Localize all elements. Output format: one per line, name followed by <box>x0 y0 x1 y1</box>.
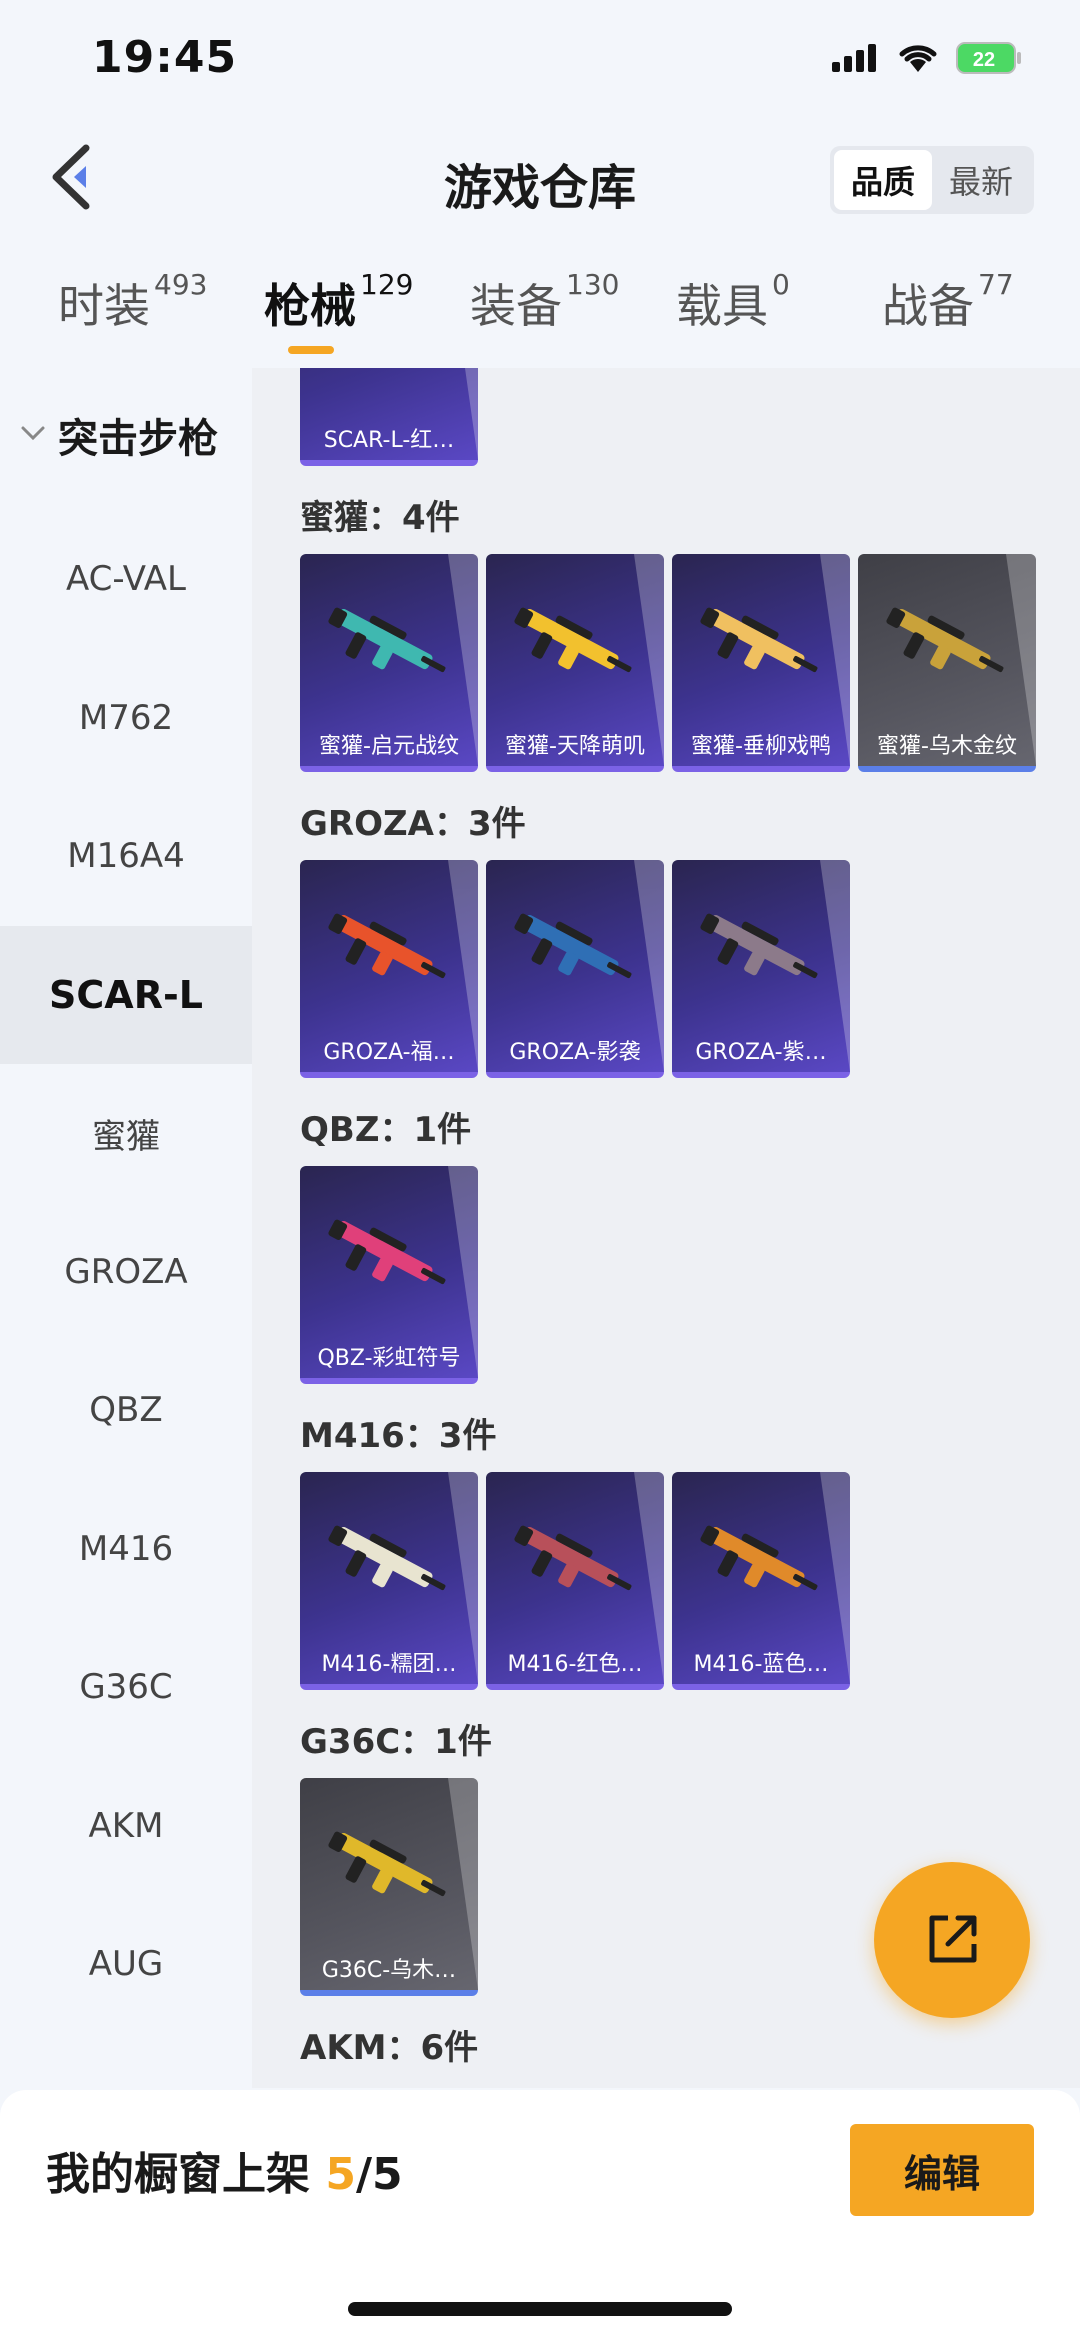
weapon-image <box>324 368 454 394</box>
weapon-skin-card[interactable]: 蜜獾-天降萌叽 <box>486 554 664 772</box>
tab-vehicles[interactable]: 载具 0 <box>676 268 790 336</box>
weapon-image <box>700 607 818 673</box>
section-title: 蜜獾：4件 <box>300 498 460 538</box>
home-indicator <box>348 2302 732 2316</box>
sort-toggle: 品质 最新 <box>830 146 1034 214</box>
weapon-skin-card[interactable]: GROZA-影袭 <box>486 860 664 1078</box>
weapon-skin-card[interactable]: M416-蓝色… <box>672 1472 850 1690</box>
weapon-skin-card[interactable]: GROZA-紫… <box>672 860 850 1078</box>
weapon-image <box>328 1831 446 1897</box>
weapon-image <box>700 913 818 979</box>
weapon-skin-name: G36C-乌木… <box>321 1958 457 1983</box>
cellular-signal-icon <box>832 44 876 72</box>
status-time: 19:45 <box>92 32 238 83</box>
weapon-skin-name: 蜜獾-乌木金纹 <box>877 734 1017 759</box>
weapon-image <box>886 607 1004 673</box>
tab-equipment[interactable]: 装备 130 <box>470 268 620 336</box>
weapon-skin-name: M416-红色… <box>507 1652 643 1677</box>
sidebar-item-akm[interactable]: AKM <box>0 1757 252 1895</box>
tab-supplies[interactable]: 战备 77 <box>882 268 1014 336</box>
active-tab-indicator <box>288 346 334 354</box>
edit-button[interactable]: 编辑 <box>850 2124 1034 2216</box>
weapon-skin-name: 蜜獾-启元战纹 <box>319 734 459 759</box>
weapon-skin-name: GROZA-福… <box>323 1040 455 1065</box>
sidebar-group-label: 突击步枪 <box>58 416 218 462</box>
sidebar-item-qbz[interactable]: QBZ <box>0 1341 252 1479</box>
tab-label: 战备 <box>882 279 974 333</box>
sidebar-item-aug[interactable]: AUG <box>0 1895 252 2033</box>
showcase-count: 5 <box>325 2149 356 2200</box>
weapon-image <box>328 1219 446 1285</box>
sidebar-item-famas[interactable]: FAMAS <box>0 2034 252 2089</box>
weapon-image <box>514 1525 632 1591</box>
showcase-total: /5 <box>355 2149 403 2200</box>
weapon-image <box>328 913 446 979</box>
chevron-down-icon <box>21 426 45 441</box>
tab-label: 载具 <box>676 279 768 333</box>
share-button[interactable] <box>874 1862 1030 2018</box>
weapon-skin-card[interactable]: G36C-乌木… <box>300 1778 478 1996</box>
battery-level: 22 <box>973 49 995 71</box>
sidebar-item-m416[interactable]: M416 <box>0 1480 252 1618</box>
sort-by-newest-button[interactable]: 最新 <box>932 150 1030 210</box>
weapon-skin-card[interactable]: 蜜獾-乌木金纹 <box>858 554 1036 772</box>
weapon-skin-name: 蜜獾-垂柳戏鸭 <box>691 734 831 759</box>
tab-count: 493 <box>154 268 208 301</box>
weapon-image <box>514 913 632 979</box>
weapon-skin-card[interactable]: M416-糯团… <box>300 1472 478 1690</box>
tab-count: 130 <box>566 268 620 301</box>
sort-by-quality-button[interactable]: 品质 <box>834 150 932 210</box>
tab-label: 时装 <box>58 279 150 333</box>
section-title: QBZ：1件 <box>300 1110 472 1150</box>
section-title: AKM：6件 <box>300 2028 479 2068</box>
sidebar-item-ac-val[interactable]: AC-VAL <box>0 510 252 648</box>
tab-fashion[interactable]: 时装 493 <box>58 268 208 336</box>
weapon-skin-name: SCAR-L-红… <box>323 428 455 453</box>
weapon-skin-name: M416-糯团… <box>321 1652 457 1677</box>
section-title: G36C：1件 <box>300 1722 492 1762</box>
category-tabs: 时装 493 枪械 129 装备 130 载具 0 战备 77 <box>0 268 1080 366</box>
weapon-skin-name: GROZA-紫… <box>695 1040 827 1065</box>
battery-icon: 22 <box>956 42 1021 74</box>
weapon-skin-card[interactable]: 蜜獾-垂柳戏鸭 <box>672 554 850 772</box>
sidebar-item-groza[interactable]: GROZA <box>0 1203 252 1341</box>
section-title: GROZA：3件 <box>300 804 526 844</box>
weapon-skin-card[interactable]: GROZA-福… <box>300 860 478 1078</box>
wifi-icon <box>899 45 937 72</box>
showcase-prefix: 我的橱窗上架 <box>46 2149 326 2200</box>
weapon-image <box>328 607 446 673</box>
weapon-skin-card[interactable]: 蜜獾-启元战纹 <box>300 554 478 772</box>
weapon-skin-name: QBZ-彩虹符号 <box>317 1346 461 1371</box>
tab-firearms[interactable]: 枪械 129 <box>264 268 414 336</box>
tab-label: 枪械 <box>264 279 356 333</box>
weapon-image <box>328 1525 446 1591</box>
status-bar: 19:45 22 <box>0 0 1080 120</box>
tab-count: 77 <box>978 268 1014 301</box>
sidebar-item-g36c[interactable]: G36C <box>0 1618 252 1756</box>
sidebar-item-m762[interactable]: M762 <box>0 649 252 787</box>
tab-label: 装备 <box>470 279 562 333</box>
weapon-skin-name: 蜜獾-天降萌叽 <box>505 734 645 759</box>
weapon-skin-card[interactable]: QBZ-彩虹符号 <box>300 1166 478 1384</box>
showcase-label: 我的橱窗上架 5/5 <box>46 2138 403 2202</box>
sidebar-group-assault-rifles[interactable]: 突击步枪 <box>0 406 252 466</box>
tab-count: 129 <box>360 268 414 301</box>
weapon-image <box>700 1525 818 1591</box>
sidebar-item-蜜獾[interactable]: 蜜獾 <box>0 1064 252 1202</box>
weapon-image <box>514 607 632 673</box>
weapon-skin-name: M416-蓝色… <box>693 1652 829 1677</box>
weapon-skin-card[interactable]: M416-红色… <box>486 1472 664 1690</box>
sidebar-item-m16a4[interactable]: M16A4 <box>0 787 252 925</box>
weapon-type-sidebar: 突击步枪 AC-VAL M762 M16A4 SCAR-L 蜜獾 GROZA QBZ M416… <box>0 368 252 2088</box>
sidebar-item-scar-l[interactable]: SCAR-L <box>0 925 252 1064</box>
share-external-icon <box>929 1915 977 1963</box>
weapon-grid: SCAR-L-红… 蜜獾：4件蜜獾-启元战纹 蜜獾-天降萌叽 蜜獾-垂柳戏鸭 蜜獾-乌木… <box>252 368 1080 2088</box>
tab-count: 0 <box>772 268 790 301</box>
section-title: M416：3件 <box>300 1416 497 1456</box>
weapon-skin-card[interactable]: SCAR-L-红… <box>300 368 478 466</box>
weapon-skin-name: GROZA-影袭 <box>509 1040 641 1065</box>
